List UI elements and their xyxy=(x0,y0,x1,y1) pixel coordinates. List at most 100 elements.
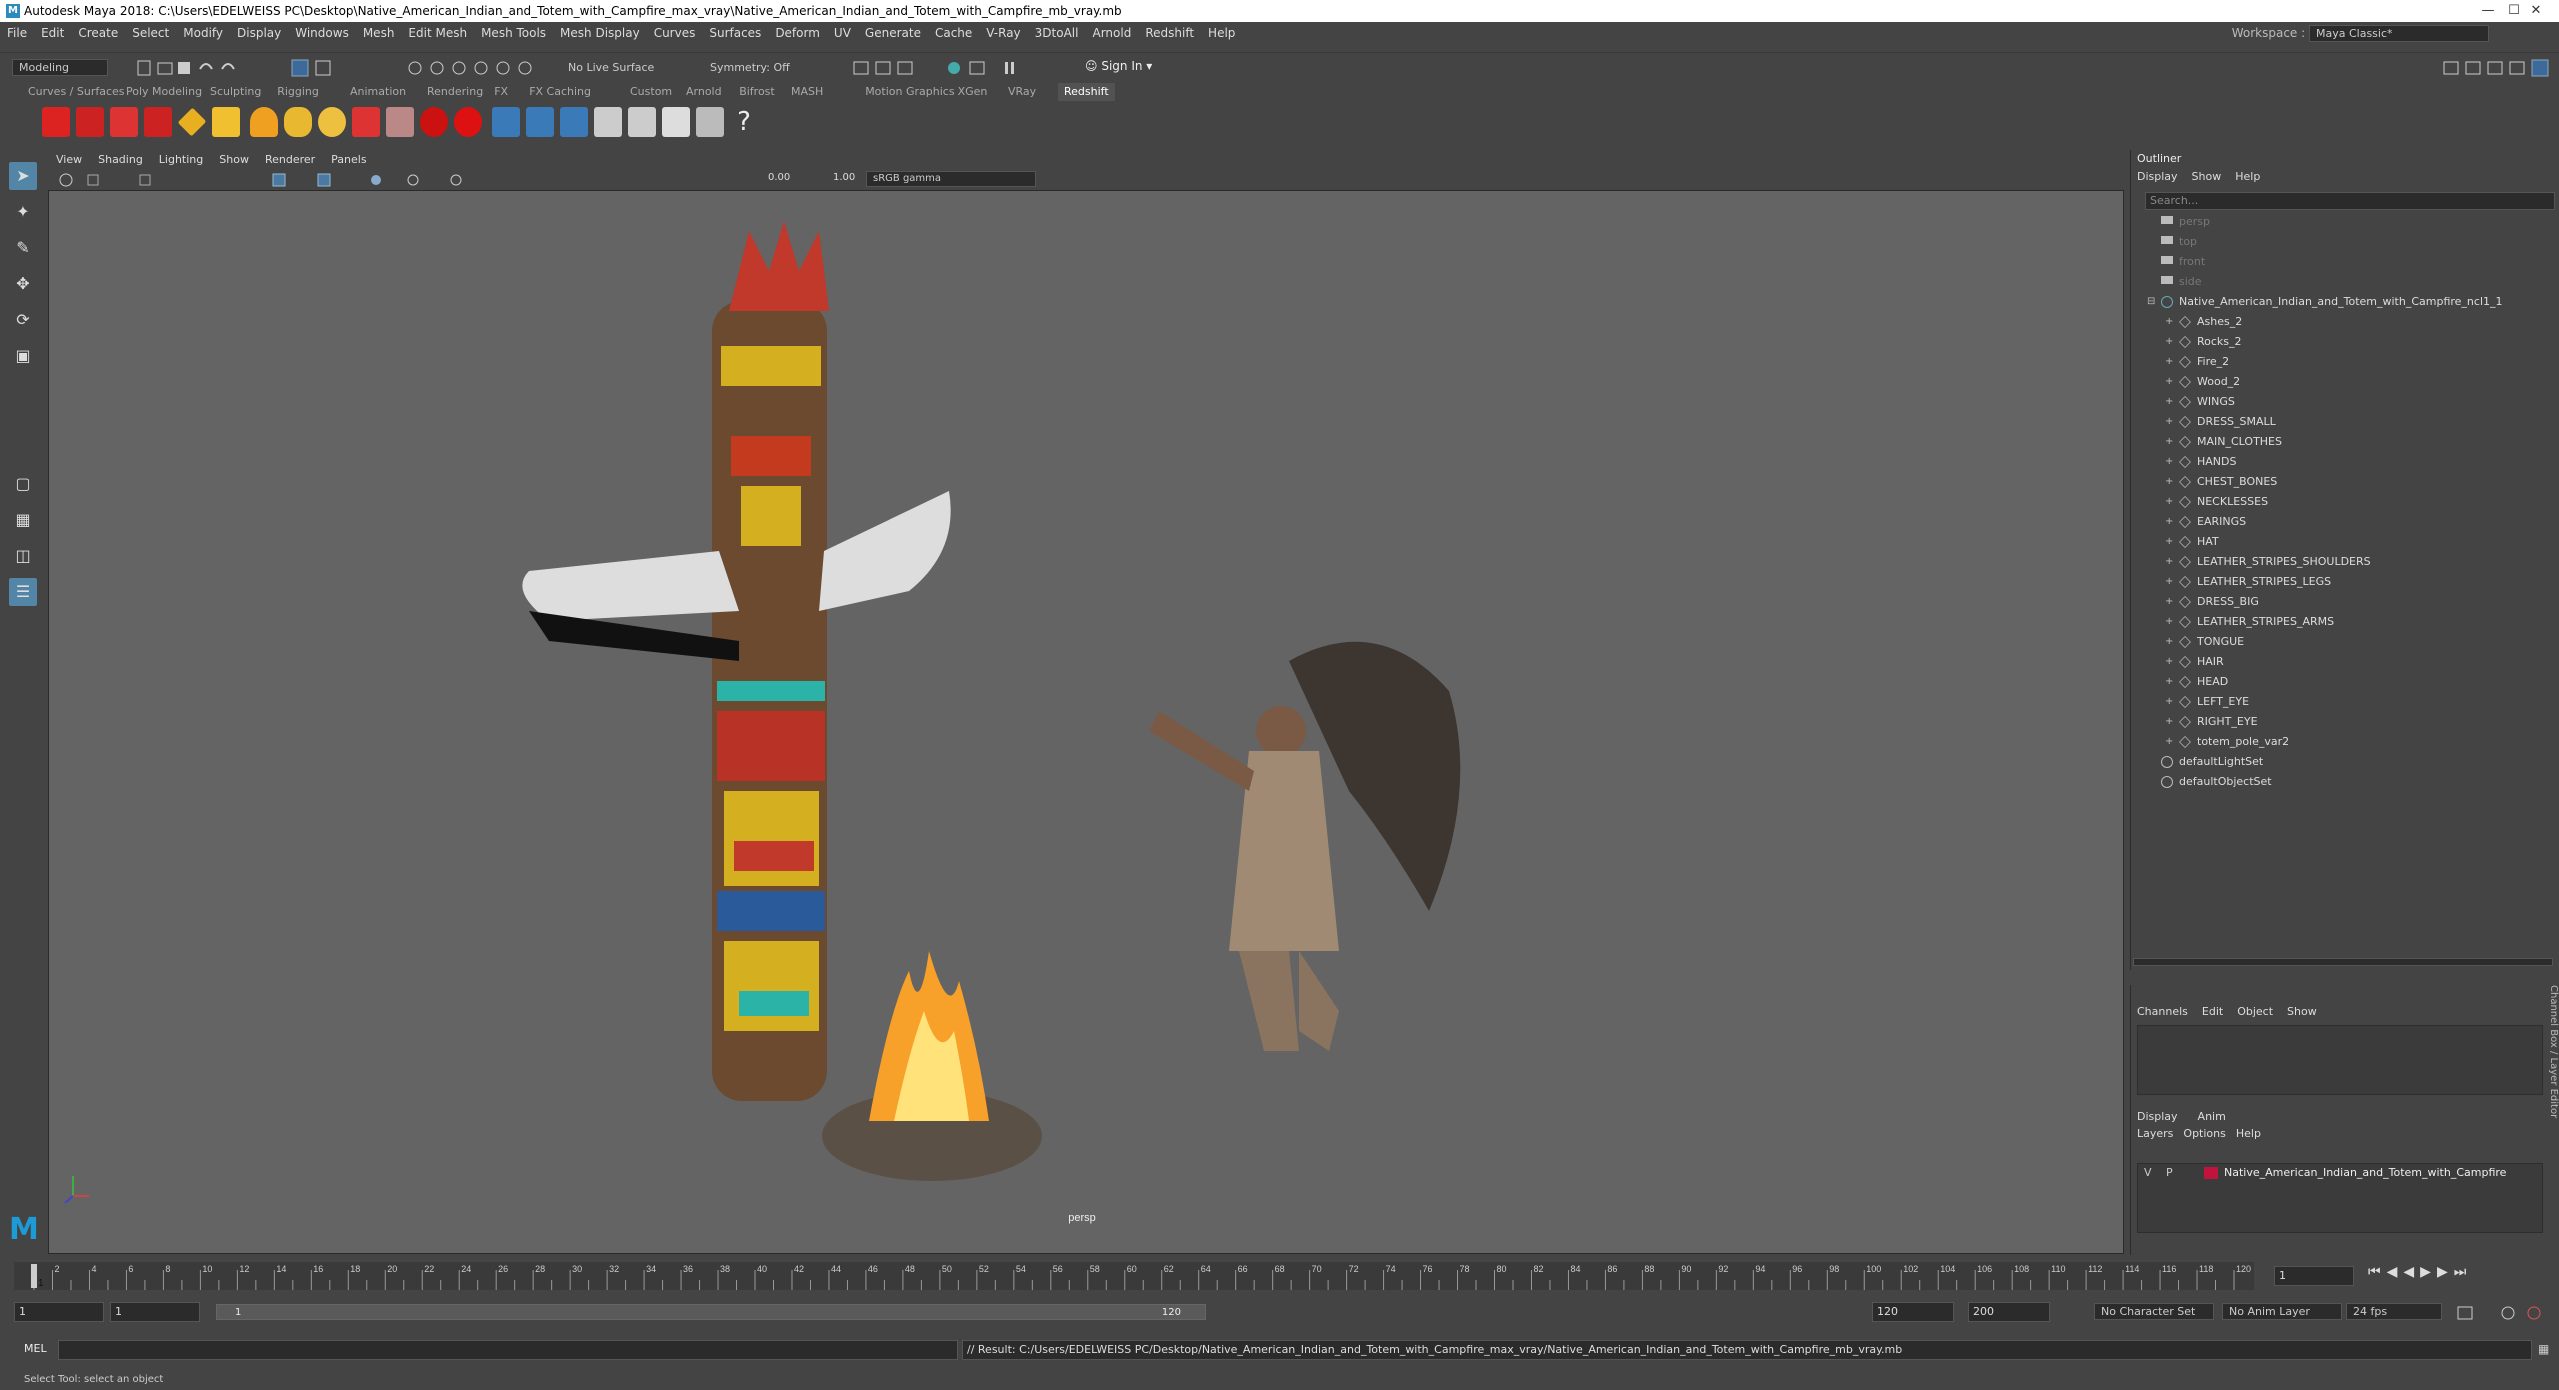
playback-start-field[interactable]: 1 xyxy=(110,1302,200,1322)
menu-help[interactable]: Help xyxy=(1201,22,1242,44)
expand-icon[interactable]: + xyxy=(2165,472,2173,492)
menu-mesh[interactable]: Mesh xyxy=(356,22,402,44)
current-frame-field[interactable]: 1 xyxy=(2274,1266,2354,1286)
current-time-marker[interactable] xyxy=(31,1264,37,1288)
outliner-search-input[interactable]: Search... xyxy=(2145,192,2555,210)
outliner-layout-icon[interactable]: ☰ xyxy=(9,578,37,606)
redshift-proxy-icon[interactable] xyxy=(352,107,380,137)
shelf-tab-poly-modeling[interactable]: Poly Modeling xyxy=(120,83,208,101)
help-icon[interactable]: ? xyxy=(730,107,758,137)
viewport-menu-panels[interactable]: Panels xyxy=(323,150,374,170)
redshift-area-light-icon[interactable] xyxy=(212,107,240,137)
menu-edit[interactable]: Edit xyxy=(34,22,71,44)
single-view-icon[interactable]: ▢ xyxy=(9,470,37,498)
redshift-render-icon[interactable] xyxy=(42,107,70,137)
four-view-icon[interactable]: ▦ xyxy=(9,506,37,534)
shelf-tab-vray[interactable]: VRay xyxy=(1002,83,1042,101)
outliner-item[interactable]: + WINGS xyxy=(2131,392,2531,412)
outliner-item[interactable]: + RIGHT_EYE xyxy=(2131,712,2531,732)
step-forward-icon[interactable]: ▶ xyxy=(2437,1264,2454,1280)
end-time-field[interactable]: 200 xyxy=(1968,1302,2050,1322)
channelbox-menu-show[interactable]: Show xyxy=(2287,1005,2317,1018)
outliner-item[interactable]: + LEFT_EYE xyxy=(2131,692,2531,712)
outliner-item[interactable]: ⊟ Native_American_Indian_and_Totem_with_C… xyxy=(2131,292,2531,312)
shelf-tab-fx[interactable]: FX xyxy=(488,83,514,101)
redshift-log-icon[interactable] xyxy=(696,107,724,137)
live-surface-label[interactable]: No Live Surface xyxy=(568,61,654,74)
shelf-tab-redshift[interactable]: Redshift xyxy=(1058,83,1115,101)
outliner-item[interactable]: defaultLightSet xyxy=(2131,752,2531,772)
expand-icon[interactable]: + xyxy=(2165,712,2173,732)
render-toolbar-icons[interactable] xyxy=(850,57,1070,79)
redshift-ipr-icon[interactable] xyxy=(110,107,138,137)
shelf-tab-animation[interactable]: Animation xyxy=(344,83,412,101)
outliner-item[interactable]: + HEAD xyxy=(2131,672,2531,692)
scale-tool-icon[interactable]: ▣ xyxy=(9,342,37,370)
expand-icon[interactable]: + xyxy=(2165,312,2173,332)
outliner-item[interactable]: + totem_pole_var2 xyxy=(2131,732,2531,752)
menu-mesh-tools[interactable]: Mesh Tools xyxy=(474,22,553,44)
outliner-item[interactable]: + EARINGS xyxy=(2131,512,2531,532)
close-button[interactable]: ✕ xyxy=(2513,0,2559,22)
shelf-tab-arnold[interactable]: Arnold xyxy=(680,83,728,101)
shelf-tab-xgen[interactable]: XGen xyxy=(952,83,994,101)
range-bar[interactable]: 1 120 xyxy=(216,1304,1206,1320)
outliner-item[interactable]: + DRESS_BIG xyxy=(2131,592,2531,612)
play-forward-icon[interactable]: ▶ xyxy=(2420,1264,2437,1280)
shelf-tab-motion-graphics[interactable]: Motion Graphics xyxy=(859,83,960,101)
redshift-sphere-icon[interactable] xyxy=(454,107,482,137)
anim-layer-dropdown[interactable]: No Anim Layer xyxy=(2222,1303,2342,1320)
channelbox-menu-channels[interactable]: Channels xyxy=(2137,1005,2188,1018)
menu-uv[interactable]: UV xyxy=(827,22,858,44)
sign-in-button[interactable]: ☺ Sign In ▾ xyxy=(1085,59,1152,73)
outliner-item[interactable]: + HANDS xyxy=(2131,452,2531,472)
symmetry-label[interactable]: Symmetry: Off xyxy=(710,61,790,74)
shelf-tab-sculpting[interactable]: Sculpting xyxy=(204,83,267,101)
outliner-menu-display[interactable]: Display xyxy=(2137,170,2178,183)
3d-viewport[interactable]: persp xyxy=(48,190,2124,1254)
redshift-rv-icon[interactable] xyxy=(76,107,104,137)
script-mode-button[interactable]: MEL xyxy=(24,1342,47,1355)
playback-controls[interactable]: ⏮◀◀▶▶⏭ xyxy=(2368,1264,2472,1280)
redshift-pr3-icon[interactable] xyxy=(560,107,588,137)
expand-icon[interactable]: + xyxy=(2165,672,2173,692)
outliner-item[interactable]: + CHEST_BONES xyxy=(2131,472,2531,492)
outliner-item[interactable]: defaultObjectSet xyxy=(2131,772,2531,792)
shelf-tab-rigging[interactable]: Rigging xyxy=(271,83,325,101)
channelbox-menu-edit[interactable]: Edit xyxy=(2202,1005,2223,1018)
outliner-item[interactable]: + Fire_2 xyxy=(2131,352,2531,372)
viewport-menu-view[interactable]: View xyxy=(48,150,90,170)
outliner-item[interactable]: + LEATHER_STRIPES_ARMS xyxy=(2131,612,2531,632)
redshift-ipr-stop-icon[interactable] xyxy=(144,107,172,137)
redshift-pr2-icon[interactable] xyxy=(526,107,554,137)
range-tool-icons[interactable] xyxy=(2454,1302,2554,1324)
fps-dropdown[interactable]: 24 fps xyxy=(2346,1303,2442,1320)
expand-icon[interactable]: + xyxy=(2165,332,2173,352)
outliner-item[interactable]: + LEATHER_STRIPES_LEGS xyxy=(2131,572,2531,592)
rotate-tool-icon[interactable]: ⟳ xyxy=(9,306,37,334)
shelf-tab-mash[interactable]: MASH xyxy=(785,83,829,101)
outliner-item[interactable]: + LEATHER_STRIPES_SHOULDERS xyxy=(2131,552,2531,572)
menu-select[interactable]: Select xyxy=(125,22,176,44)
menu-display[interactable]: Display xyxy=(230,22,288,44)
file-toolbar-icons[interactable] xyxy=(130,57,430,79)
expand-icon[interactable]: + xyxy=(2165,372,2173,392)
outliner-item[interactable]: + Rocks_2 xyxy=(2131,332,2531,352)
redshift-sun-icon[interactable] xyxy=(318,107,346,137)
outliner-item[interactable]: + MAIN_CLOTHES xyxy=(2131,432,2531,452)
menu-file[interactable]: File xyxy=(0,22,34,44)
colorspace-dropdown[interactable]: sRGB gamma xyxy=(866,171,1036,187)
outliner-item[interactable]: + DRESS_SMALL xyxy=(2131,412,2531,432)
layer-row[interactable]: V P Native_American_Indian_and_Totem_wit… xyxy=(2138,1164,2542,1182)
gamma-field[interactable]: 1.00 xyxy=(833,172,855,183)
outliner-item[interactable]: + HAT xyxy=(2131,532,2531,552)
channelbox-menu-object[interactable]: Object xyxy=(2237,1005,2273,1018)
redshift-light-icon[interactable] xyxy=(177,107,207,137)
expand-icon[interactable]: + xyxy=(2165,452,2173,472)
menu-create[interactable]: Create xyxy=(71,22,125,44)
redshift-spot-icon[interactable] xyxy=(250,107,278,137)
menu-modify[interactable]: Modify xyxy=(176,22,230,44)
menu-mesh-display[interactable]: Mesh Display xyxy=(553,22,647,44)
outliner-item[interactable]: front xyxy=(2131,252,2531,272)
expand-icon[interactable]: + xyxy=(2165,392,2173,412)
